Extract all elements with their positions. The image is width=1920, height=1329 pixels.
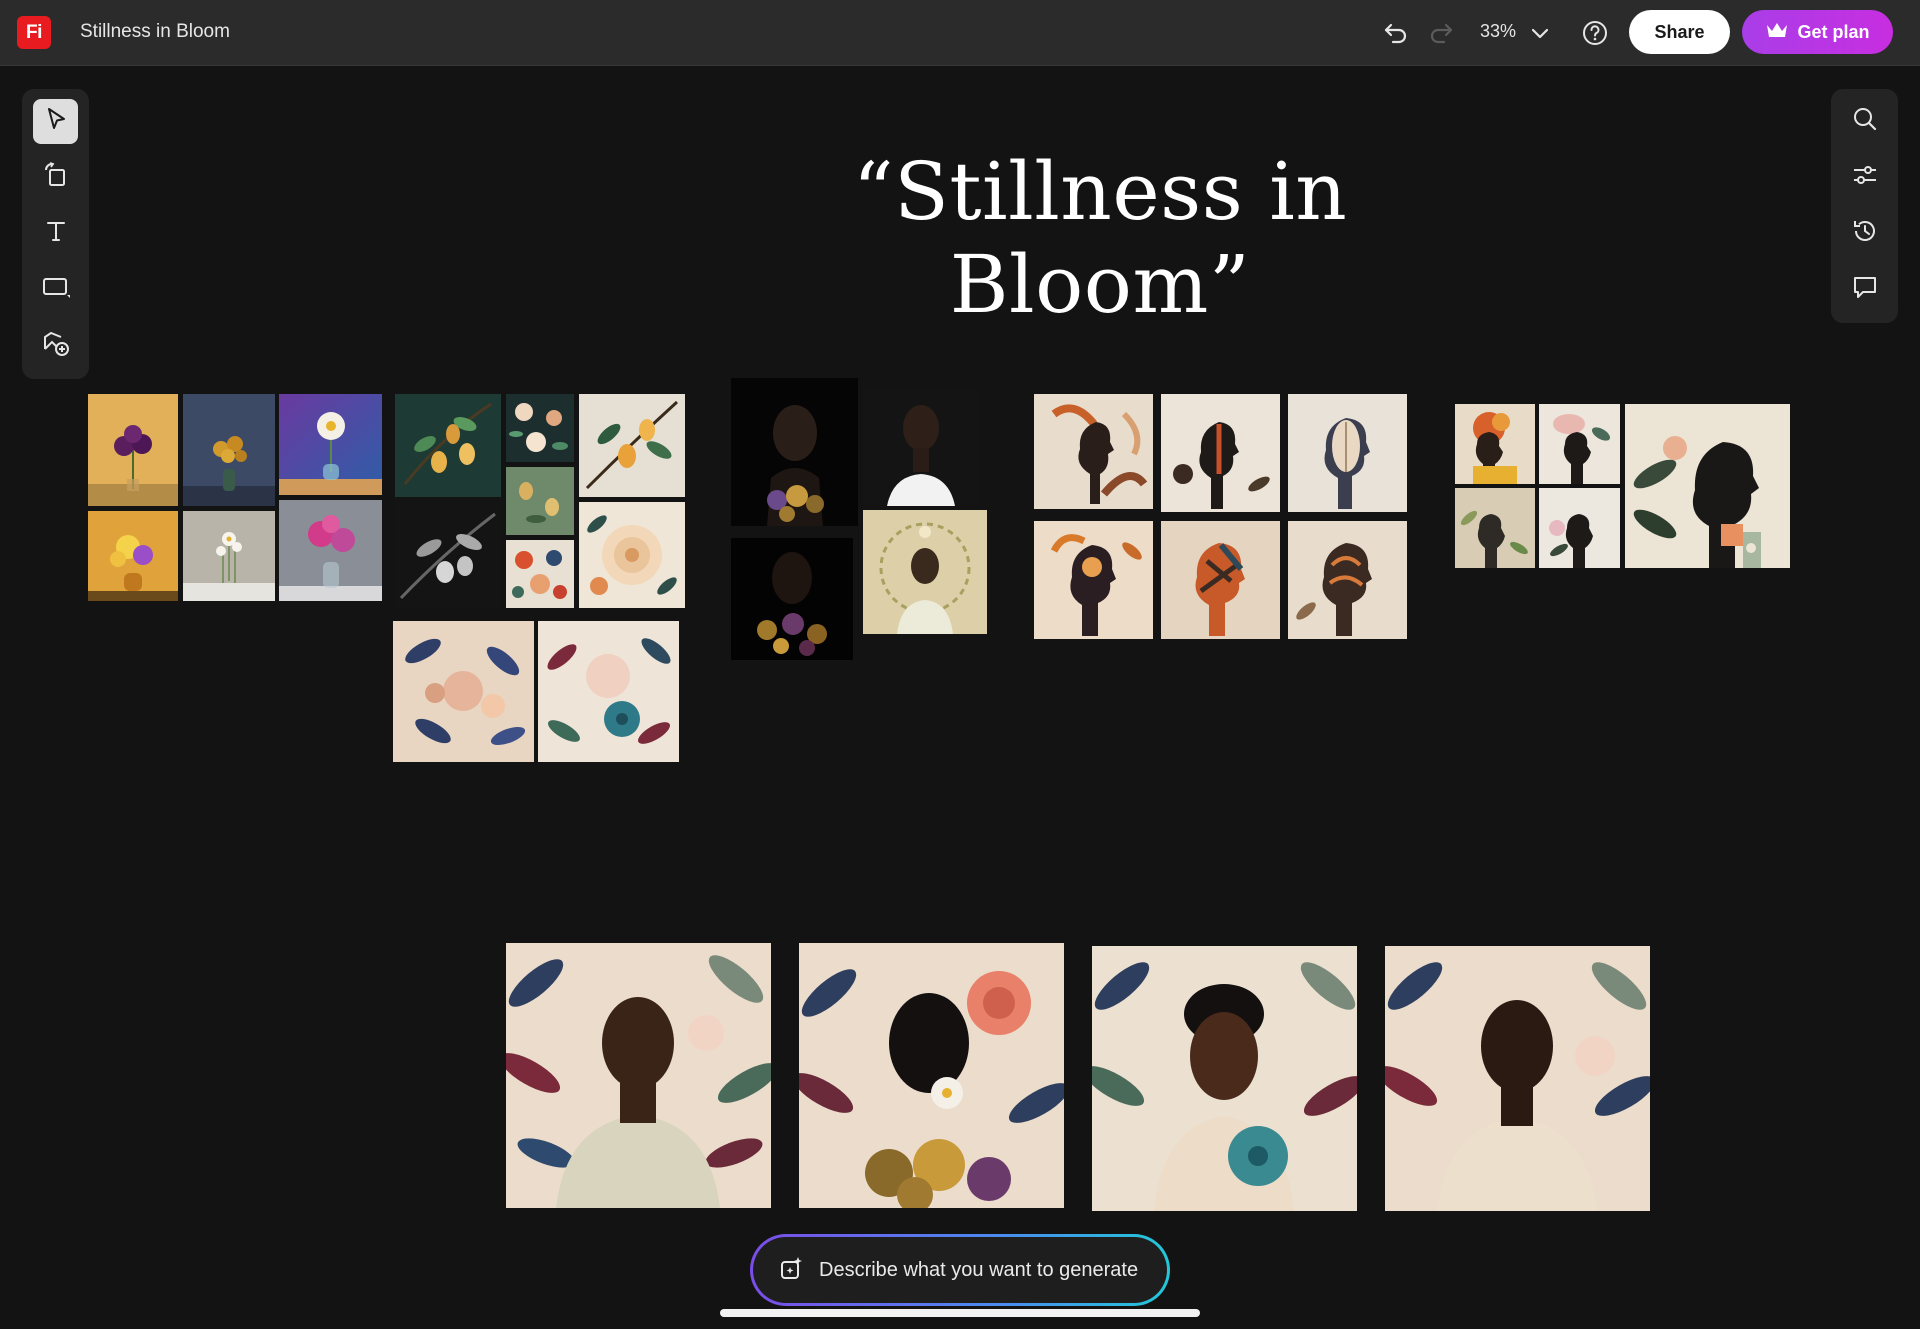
artwork-tile[interactable] xyxy=(731,538,853,660)
canvas-title[interactable]: “Stillness in Bloom” xyxy=(700,145,1500,331)
artwork-tile[interactable] xyxy=(1288,521,1407,639)
zoom-level[interactable]: 33% xyxy=(1480,21,1516,42)
generate-prompt-bar[interactable]: Describe what you want to generate xyxy=(750,1234,1170,1306)
add-image-icon xyxy=(41,329,71,362)
artwork-tile[interactable] xyxy=(395,502,501,608)
artwork-tile[interactable] xyxy=(279,500,382,601)
right-toolbar xyxy=(1831,89,1898,323)
search-icon xyxy=(1851,105,1879,138)
artwork-tile[interactable] xyxy=(579,394,685,497)
artwork-tile[interactable] xyxy=(863,390,979,506)
artwork-tile[interactable] xyxy=(183,511,275,601)
artwork-tile[interactable] xyxy=(1161,394,1280,512)
top-bar: Fi Stillness in Bloom 33% Share Get plan xyxy=(0,0,1920,66)
artwork-tile[interactable] xyxy=(393,621,534,762)
artwork-tile[interactable] xyxy=(1625,404,1790,568)
artwork-tile[interactable] xyxy=(1034,394,1153,509)
artwork-tile[interactable] xyxy=(506,467,574,535)
text-tool[interactable] xyxy=(33,211,78,256)
artwork-tile[interactable] xyxy=(506,394,574,462)
artwork-tile[interactable] xyxy=(88,394,178,506)
chevron-down-icon[interactable] xyxy=(1523,16,1557,50)
artwork-tile[interactable] xyxy=(863,510,987,634)
get-plan-button[interactable]: Get plan xyxy=(1742,10,1893,54)
page-rotate-icon xyxy=(42,161,70,194)
history-icon xyxy=(1851,217,1879,250)
crown-icon xyxy=(1765,20,1789,45)
select-tool[interactable] xyxy=(33,99,78,144)
artwork-tile[interactable] xyxy=(538,621,679,762)
artwork-tile[interactable] xyxy=(1092,946,1357,1211)
prompt-placeholder[interactable]: Describe what you want to generate xyxy=(819,1259,1138,1282)
artwork-tile[interactable] xyxy=(1539,404,1620,484)
redo-icon[interactable] xyxy=(1424,16,1458,50)
comment-icon xyxy=(1851,273,1879,306)
artwork-tile[interactable] xyxy=(1161,521,1280,639)
artwork-tile[interactable] xyxy=(1288,394,1407,512)
page-tool[interactable] xyxy=(33,155,78,200)
artwork-tile[interactable] xyxy=(279,394,382,495)
home-indicator xyxy=(720,1309,1200,1317)
history-tool[interactable] xyxy=(1842,211,1887,256)
get-plan-label: Get plan xyxy=(1797,21,1870,42)
pointer-icon xyxy=(43,106,69,137)
artwork-tile[interactable] xyxy=(731,378,858,526)
artwork-tile[interactable] xyxy=(1539,488,1620,568)
image-tool[interactable] xyxy=(33,323,78,368)
help-icon[interactable] xyxy=(1578,16,1612,50)
left-toolbar xyxy=(22,89,89,379)
text-icon xyxy=(43,218,69,249)
artwork-tile[interactable] xyxy=(506,540,574,608)
undo-icon[interactable] xyxy=(1379,16,1413,50)
rectangle-icon xyxy=(41,274,71,305)
prompt-inner: Describe what you want to generate xyxy=(753,1237,1167,1303)
sliders-icon xyxy=(1851,161,1879,194)
artwork-tile[interactable] xyxy=(395,394,501,497)
artwork-tile[interactable] xyxy=(88,511,178,601)
app-logo[interactable]: Fi xyxy=(17,16,51,49)
artwork-tile[interactable] xyxy=(579,502,685,608)
artwork-tile[interactable] xyxy=(183,394,275,506)
adjust-tool[interactable] xyxy=(1842,155,1887,200)
document-title[interactable]: Stillness in Bloom xyxy=(80,21,230,43)
artwork-tile[interactable] xyxy=(506,943,771,1208)
artwork-tile[interactable] xyxy=(1385,946,1650,1211)
artwork-tile[interactable] xyxy=(1455,488,1535,568)
share-button[interactable]: Share xyxy=(1629,10,1730,54)
generate-sparkle-icon xyxy=(779,1255,805,1286)
artwork-tile[interactable] xyxy=(799,943,1064,1208)
artwork-tile[interactable] xyxy=(1034,521,1153,639)
search-tool[interactable] xyxy=(1842,99,1887,144)
shape-tool[interactable] xyxy=(33,267,78,312)
comment-tool[interactable] xyxy=(1842,267,1887,312)
artwork-tile[interactable] xyxy=(1455,404,1535,484)
app-window: Fi Stillness in Bloom 33% Share Get plan xyxy=(0,0,1920,1329)
